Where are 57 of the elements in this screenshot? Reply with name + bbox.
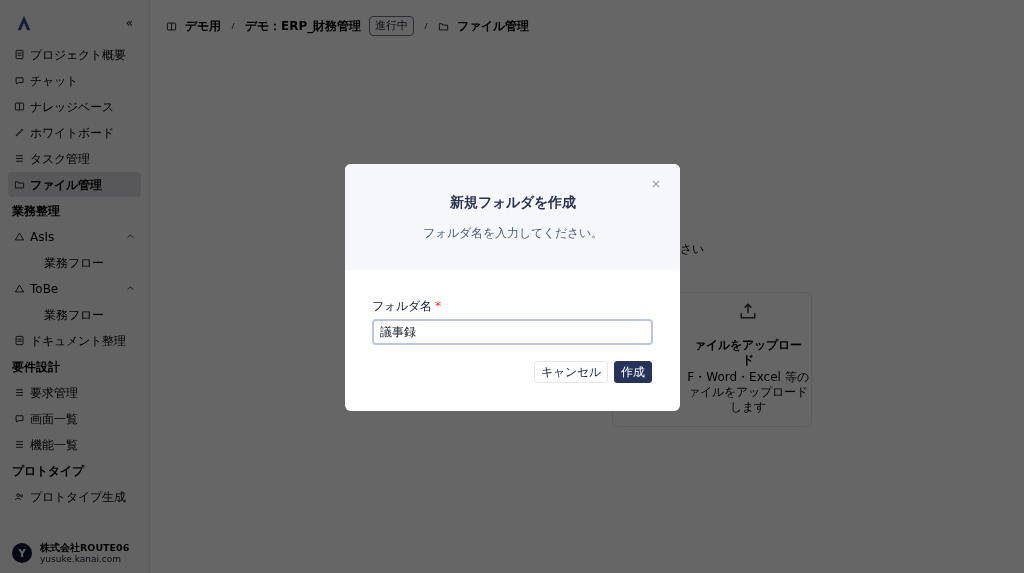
logo-icon [16, 15, 32, 31]
sidebar-item[interactable]: ホワイトボード [8, 120, 141, 145]
folder-icon [14, 179, 25, 190]
separator-icon [422, 21, 431, 31]
sidebar-item[interactable]: 画面一覧 [8, 406, 141, 431]
sidebar-item[interactable]: ドキュメント整理 [8, 328, 141, 353]
upload-description: F・Word・Excel 等の ァイルをアップロード します [687, 370, 809, 415]
triangle-icon [14, 231, 25, 242]
upload-title: ァイルをアップロー ド [694, 338, 802, 368]
document-icon [14, 335, 25, 346]
sidebar-item[interactable]: 要求管理 [8, 380, 141, 405]
list-icon [14, 387, 25, 398]
chat-icon [14, 75, 25, 86]
close-icon [650, 178, 662, 190]
avatar: Y [12, 543, 32, 564]
list-icon [14, 153, 25, 164]
section-label: プロトタイプ [11, 462, 86, 480]
folder-icon [438, 20, 450, 32]
sidebar-item[interactable]: プロトタイプ生成 [8, 484, 141, 509]
breadcrumb-item[interactable]: デモ用 [185, 17, 221, 35]
section-label: 業務整理 [11, 202, 61, 220]
folder-name-field[interactable]: 議事録 [372, 319, 653, 345]
user-email: yusuke.kanai.com [40, 553, 123, 565]
sidebar-item[interactable]: タスク管理 [8, 146, 141, 171]
create-button[interactable]: 作成 [614, 361, 652, 383]
sidebar-subitem[interactable]: 業務フロー [8, 250, 141, 275]
breadcrumb-item[interactable]: デモ：ERP_財務管理 [245, 17, 362, 35]
breadcrumb-item[interactable]: ファイル管理 [457, 17, 530, 35]
sidebar-item[interactable]: 機能一覧 [8, 432, 141, 457]
sidebar-subitem[interactable]: 業務フロー [8, 302, 141, 327]
dialog-title: 新規フォルダを作成 [449, 193, 576, 212]
sidebar-item[interactable]: チャット [8, 68, 141, 93]
cancel-button[interactable]: キャンセル [534, 361, 608, 383]
fragment-text: さい [680, 241, 704, 258]
separator-icon [229, 21, 237, 31]
chat-icon [14, 413, 25, 424]
section-label: 要件設計 [11, 358, 61, 376]
triangle-icon [14, 283, 25, 294]
upload-icon [739, 302, 757, 320]
user-name: 株式会社ROUTE06 [40, 541, 130, 554]
home-icon [166, 20, 177, 32]
sidebar-item[interactable]: ファイル管理 [8, 172, 141, 197]
status-badge: 進行中 [369, 15, 415, 37]
sidebar-item[interactable]: ナレッジベース [8, 94, 141, 119]
field-label: フォルダ名 * [372, 298, 442, 315]
list-icon [14, 439, 25, 450]
document-icon [14, 49, 25, 60]
close-button[interactable] [650, 178, 662, 190]
book-icon [14, 101, 25, 112]
dialog-subtitle: フォルダ名を入力してください。 [422, 225, 603, 243]
sidebar-group[interactable]: ToBe [8, 276, 141, 301]
sidebar-item[interactable]: プロジェクト概要 [8, 42, 141, 67]
required-mark: * [435, 299, 441, 313]
pen-icon [14, 127, 25, 138]
collapse-button[interactable]: « [125, 14, 133, 32]
sidebar-group[interactable]: AsIs [8, 224, 141, 249]
people-icon [14, 491, 25, 502]
